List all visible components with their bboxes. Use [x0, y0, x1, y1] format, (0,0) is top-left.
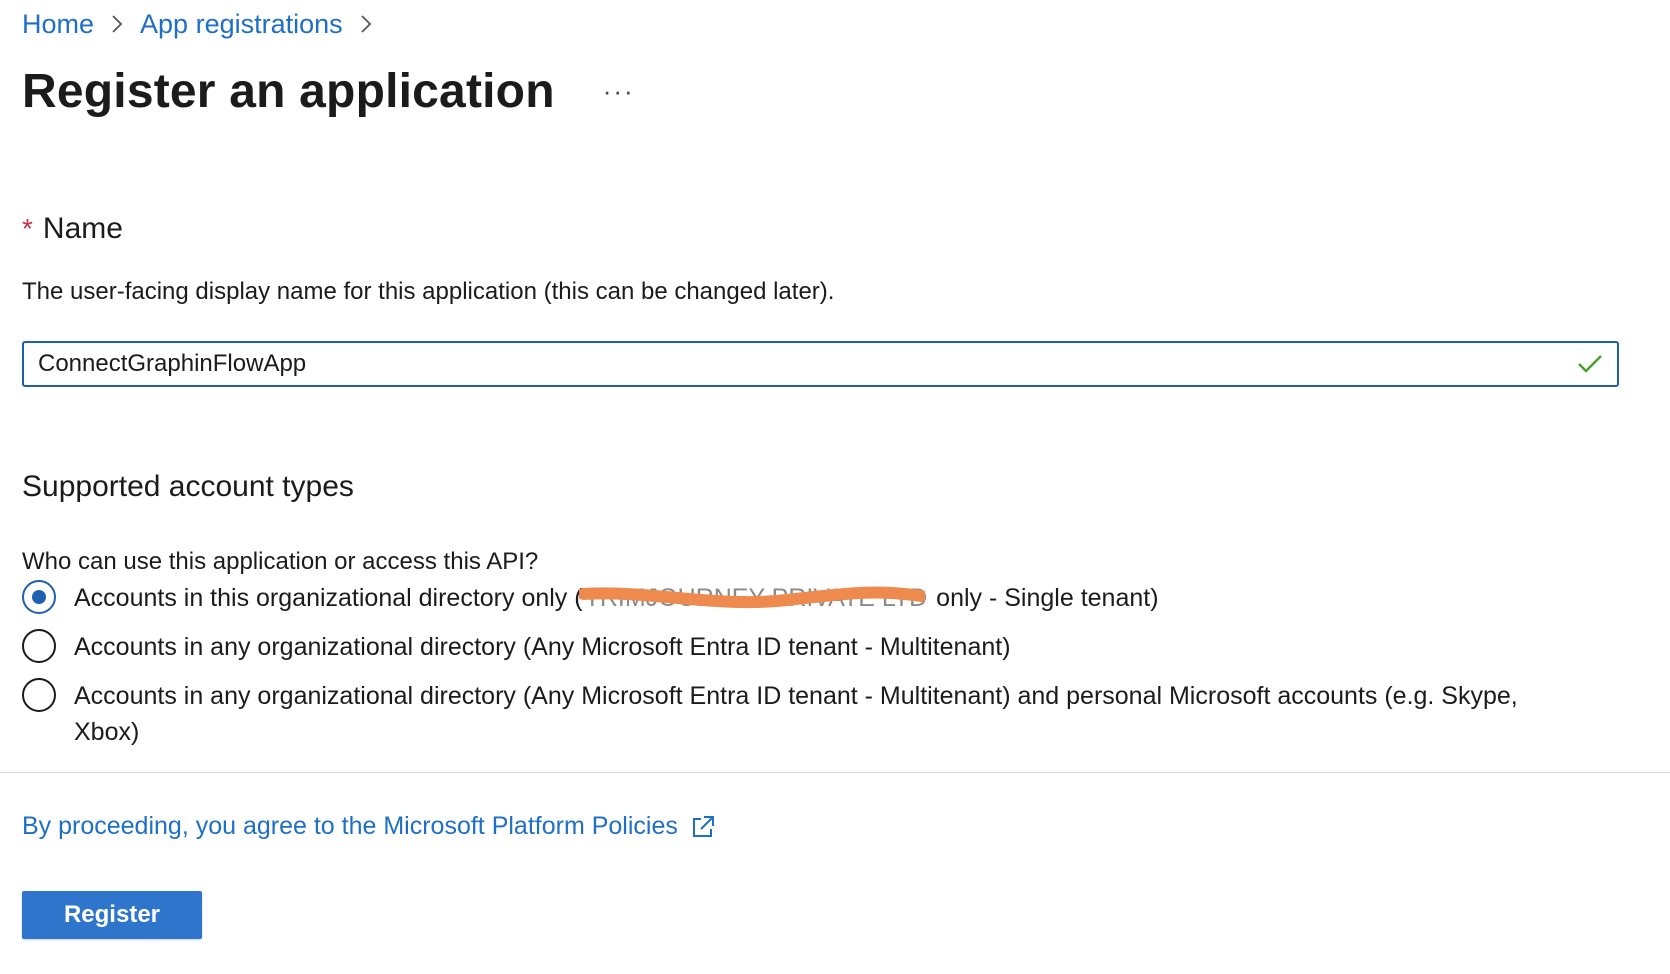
section-divider [0, 772, 1670, 773]
account-type-option-multitenant-personal[interactable]: Accounts in any organizational directory… [22, 678, 1582, 750]
breadcrumb-home-link[interactable]: Home [22, 9, 94, 40]
checkmark-icon [1577, 354, 1603, 374]
required-indicator: * [22, 213, 33, 244]
external-link-icon [690, 814, 716, 840]
chevron-right-icon [359, 13, 373, 35]
register-app-page: Home App registrations Register an appli… [0, 0, 1670, 974]
account-types-question: Who can use this application or access t… [22, 548, 539, 575]
chevron-right-icon [110, 13, 124, 35]
breadcrumb: Home App registrations [22, 6, 389, 42]
name-input-value[interactable]: ConnectGraphinFlowApp [38, 350, 1577, 378]
title-row: Register an application ··· [22, 56, 635, 126]
breadcrumb-app-registrations-link[interactable]: App registrations [140, 9, 343, 40]
account-type-option-single-tenant[interactable]: Accounts in this organizational director… [22, 580, 1159, 616]
name-label: * Name [22, 212, 123, 246]
register-button[interactable]: Register [22, 891, 202, 939]
platform-policies-link[interactable]: By proceeding, you agree to the Microsof… [22, 812, 716, 841]
account-type-option-label: Accounts in this organizational director… [74, 580, 1159, 616]
redaction-scribble [578, 586, 926, 609]
page-title: Register an application [22, 64, 555, 118]
more-options-button[interactable]: ··· [603, 78, 635, 104]
account-type-option-multitenant[interactable]: Accounts in any organizational directory… [22, 629, 1011, 665]
supported-account-types-heading: Supported account types [22, 470, 354, 503]
platform-policies-text[interactable]: By proceeding, you agree to the Microsof… [22, 812, 678, 841]
name-input[interactable]: ConnectGraphinFlowApp [22, 341, 1619, 387]
account-type-option-label: Accounts in any organizational directory… [74, 633, 1011, 661]
radio-button[interactable] [22, 629, 56, 663]
redacted-org-name: TRIMJOURNEY PRIVATE LTD [578, 580, 930, 616]
radio-button-selected[interactable] [22, 580, 56, 614]
name-label-text: Name [42, 212, 123, 245]
radio-button[interactable] [22, 678, 56, 712]
name-description: The user-facing display name for this ap… [22, 278, 835, 305]
account-type-option-label: Accounts in any organizational directory… [74, 682, 1518, 746]
